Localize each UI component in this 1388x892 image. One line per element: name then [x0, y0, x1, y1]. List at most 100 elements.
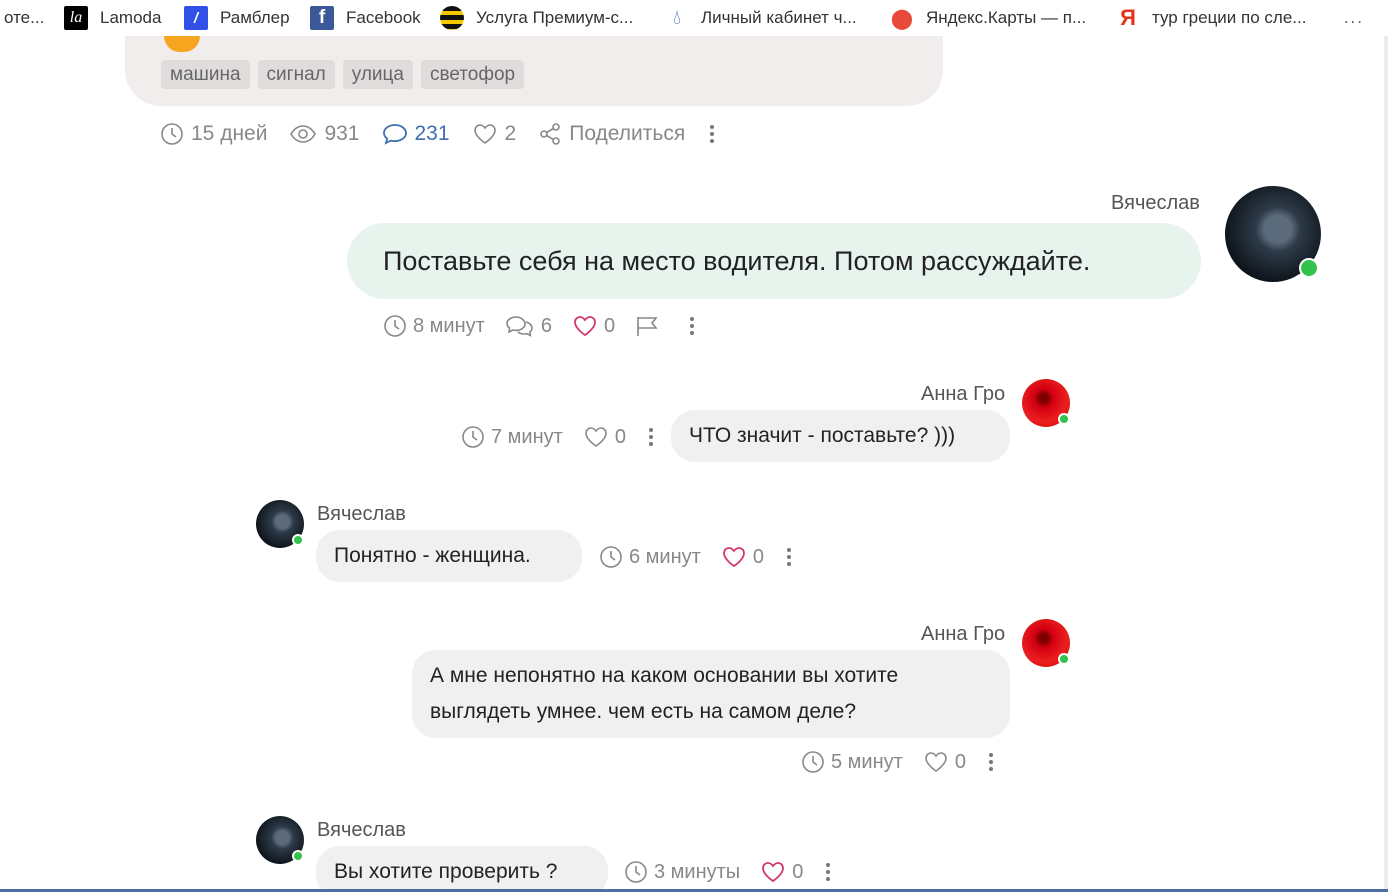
heart-icon [574, 316, 596, 337]
eye-icon [290, 125, 317, 143]
clock-icon [600, 546, 622, 568]
comment-time: 6 минут [599, 545, 701, 569]
avatar[interactable] [1022, 619, 1070, 667]
bookmark-item[interactable]: оте... [4, 6, 44, 30]
comment-text: ЧТО значит - поставьте? ))) [689, 424, 956, 447]
comment-bubble: А мне непонятно на каком основании вы хо… [412, 650, 1010, 738]
comment-time: 3 минуты [624, 860, 740, 884]
more-options-icon[interactable] [646, 428, 656, 446]
comment-author[interactable]: Анна Гро [921, 623, 1005, 646]
clock-icon [462, 426, 484, 448]
bookmark-label: Facebook [346, 8, 421, 27]
comment-text: А мне непонятно на каком основании вы хо… [430, 664, 899, 687]
more-options-icon[interactable] [823, 863, 833, 881]
clock-icon [161, 123, 183, 145]
lamoda-icon: la [64, 6, 88, 30]
bookmarks-more-button[interactable]: ... [1344, 8, 1364, 28]
share-button[interactable]: Поделиться [538, 122, 685, 146]
comment-author[interactable]: Вячеслав [1111, 192, 1200, 215]
rambler-icon: / [184, 6, 208, 30]
avatar[interactable] [1225, 186, 1321, 282]
map-pin-icon: ⬤ [890, 7, 914, 30]
comment-text: выглядеть умнее. чем есть на самом деле? [430, 700, 857, 723]
beeline-icon [440, 6, 464, 30]
avatar[interactable] [256, 816, 304, 864]
bookmark-cabinet[interactable]: 💧︎ Личный кабинет ч... [665, 6, 857, 30]
comment-text: Понятно - женщина. [334, 544, 531, 567]
bookmark-rambler[interactable]: / Рамблер [184, 6, 290, 30]
tag[interactable]: машина [161, 60, 250, 89]
tag[interactable]: светофор [420, 60, 525, 89]
bookmark-label: Рамблер [220, 8, 290, 27]
report-button[interactable] [635, 314, 667, 338]
comment-meta: 5 минут 0 [801, 748, 996, 776]
online-indicator [292, 850, 304, 862]
comment-text: Вы хотите проверить ? [334, 860, 558, 883]
post-like-button[interactable]: 2 [472, 122, 516, 146]
avatar[interactable] [256, 500, 304, 548]
comment-author[interactable]: Анна Гро [921, 383, 1005, 406]
comment-bubble: Поставьте себя на место водителя. Потом … [347, 223, 1201, 299]
comment-time: 5 минут [801, 750, 903, 774]
comment-bubble: ЧТО значит - поставьте? ))) [671, 410, 1010, 462]
bookmark-facebook[interactable]: f Facebook [310, 6, 421, 30]
like-button[interactable]: 0 [583, 425, 626, 449]
tag[interactable]: сигнал [257, 60, 335, 89]
yandex-icon: Я [1120, 5, 1136, 30]
online-indicator [1058, 413, 1070, 425]
comment-bubble: Вы хотите проверить ? [316, 846, 608, 892]
flag-icon [637, 317, 658, 336]
heart-icon [585, 427, 607, 447]
online-indicator [292, 534, 304, 546]
like-button[interactable]: 0 [721, 545, 764, 569]
avatar[interactable] [1022, 379, 1070, 427]
tag[interactable]: улица [342, 60, 413, 89]
bookmark-label: оте... [4, 8, 45, 27]
bookmark-lamoda[interactable]: la Lamoda [64, 6, 161, 30]
gas-flame-icon: 💧︎ [673, 6, 681, 29]
online-indicator [1058, 653, 1070, 665]
bookmarks-bar: оте... la Lamoda / Рамблер f Facebook Услуг… [0, 0, 1388, 36]
bookmark-beeline[interactable]: Услуга Премиум-с... [440, 6, 633, 30]
more-options-icon[interactable] [986, 753, 996, 771]
bookmark-label: Услуга Премиум-с... [476, 8, 634, 27]
more-options-icon[interactable] [784, 548, 794, 566]
post-views: 931 [289, 122, 360, 146]
online-indicator [1299, 258, 1319, 278]
clock-icon [625, 861, 647, 883]
comment-author[interactable]: Вячеслав [317, 503, 406, 526]
like-button[interactable]: 0 [572, 314, 615, 338]
comment-meta: 7 минут 0 [461, 423, 656, 451]
heart-icon [762, 862, 785, 883]
clock-icon [802, 751, 824, 773]
bookmark-yandex-maps[interactable]: ⬤ Яндекс.Карты — п... [890, 6, 1086, 30]
comment-time: 7 минут [461, 425, 563, 449]
more-options-icon[interactable] [687, 317, 697, 335]
post-age: 15 дней [160, 122, 267, 146]
bookmark-label: Lamoda [100, 8, 162, 27]
comment-meta: 3 минуты 0 [624, 858, 833, 886]
bookmark-label: Яндекс.Карты — п... [926, 8, 1087, 27]
comment-text: Поставьте себя на место водителя. Потом … [383, 245, 1091, 276]
heart-icon [925, 752, 947, 772]
comment-meta: 8 минут 6 0 [383, 312, 697, 340]
post-comments-button[interactable]: 231 [382, 122, 450, 146]
like-button[interactable]: 0 [923, 750, 966, 774]
like-button[interactable]: 0 [760, 860, 803, 884]
replies-button[interactable]: 6 [505, 314, 552, 338]
comment-author[interactable]: Вячеслав [317, 819, 406, 842]
share-icon [540, 123, 561, 145]
more-options-icon[interactable] [707, 125, 717, 143]
comment-time: 8 минут [383, 314, 485, 338]
bookmark-label: Личный кабинет ч... [701, 8, 857, 27]
bookmark-label: тур греции по сле... [1152, 8, 1307, 27]
bookmark-tour[interactable]: Ятур греции по сле... [1116, 5, 1307, 30]
comment-bubble: Понятно - женщина. [316, 530, 582, 582]
facebook-icon: f [310, 6, 334, 30]
comment-meta: 6 минут 0 [599, 543, 794, 571]
scrollbar[interactable] [1384, 36, 1388, 892]
post-stats: 15 дней 931 231 2 Поделиться [160, 120, 717, 148]
heart-icon [473, 124, 496, 144]
comment-icon [382, 124, 407, 145]
heart-icon [722, 547, 745, 568]
